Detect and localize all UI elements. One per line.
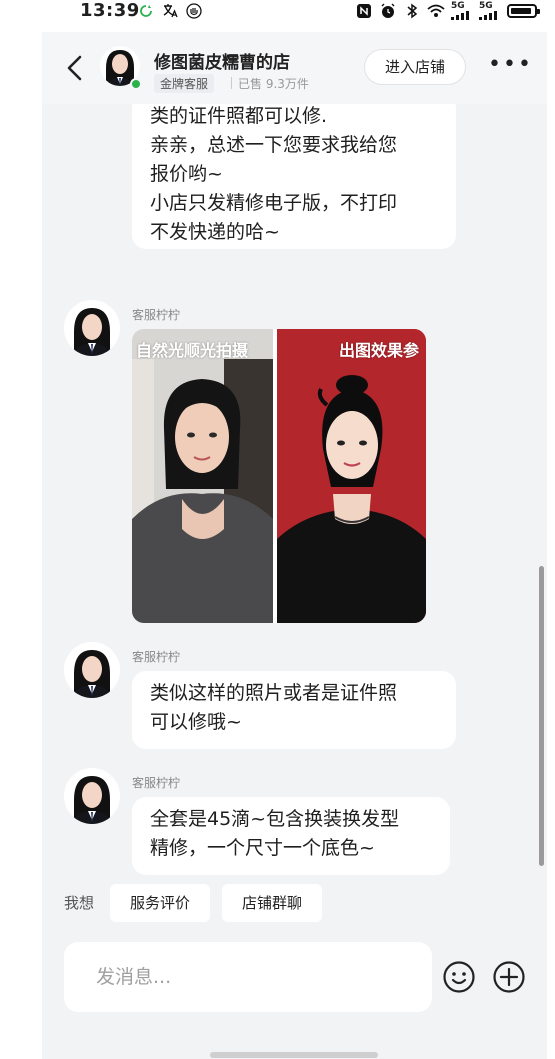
chevron-left-icon	[67, 55, 82, 81]
shop-avatar[interactable]	[100, 44, 142, 90]
divider	[231, 77, 232, 89]
plus-button[interactable]	[492, 960, 526, 994]
scrollbar[interactable]	[539, 566, 544, 866]
message-list[interactable]: 类的证件照都可以修. 亲亲，总述一下您要求我给您 报价哟~ 小店只发精修电子版，…	[42, 104, 547, 878]
battery-icon	[507, 4, 540, 18]
wifi-icon	[427, 2, 445, 20]
quick-reply-label: 我想	[64, 894, 95, 912]
photo-message[interactable]: 自然光顺光拍摄 出图效果参	[132, 329, 426, 623]
shop-name[interactable]: 修图菌皮糯曹的店	[154, 48, 290, 73]
chip-shop-group-chat[interactable]: 店铺群聊	[222, 884, 322, 922]
plus-icon	[493, 961, 525, 993]
signal-icon-1: 5G	[451, 2, 473, 20]
message-line: 可以修哦~	[150, 711, 242, 733]
photo-before: 自然光顺光拍摄	[132, 329, 273, 623]
message-bubble[interactable]: 类似这样的照片或者是证件照 可以修哦~	[132, 671, 456, 749]
status-time: 13:39	[80, 0, 140, 21]
quick-reply-bar: 我想 服务评价 店铺群聊	[42, 878, 547, 928]
hand-icon	[185, 2, 203, 20]
agent-avatar[interactable]	[64, 642, 120, 698]
translate-icon	[161, 2, 179, 20]
alarm-icon	[379, 2, 397, 20]
enter-shop-button[interactable]: 进入店铺	[364, 49, 466, 85]
back-button[interactable]	[64, 54, 86, 82]
message-line: 全套是45滴~包含换装换发型	[150, 808, 400, 830]
agent-avatar[interactable]	[64, 300, 120, 356]
message-line: 精修，一个尺寸一个底色~	[150, 837, 375, 859]
message-line: 类的证件照都可以修.	[150, 105, 328, 127]
emoji-icon	[443, 961, 475, 993]
message-bubble[interactable]: 类的证件照都可以修. 亲亲，总述一下您要求我给您 报价哟~ 小店只发精修电子版，…	[132, 104, 456, 249]
message-line: 类似这样的照片或者是证件照	[150, 682, 398, 704]
emoji-button[interactable]	[442, 960, 476, 994]
chat-screen: 修图菌皮糯曹的店 金牌客服 已售 9.3万件 进入店铺 ••• 类的证件照都可以…	[42, 32, 547, 1059]
message-line: 小店只发精修电子版，不打印	[150, 192, 398, 214]
agent-avatar[interactable]	[64, 768, 120, 824]
more-button[interactable]: •••	[488, 50, 531, 84]
online-dot	[130, 78, 142, 90]
signal-icon-2: 5G	[479, 2, 501, 20]
chip-service-review[interactable]: 服务评价	[110, 884, 210, 922]
chat-header: 修图菌皮糯曹的店 金牌客服 已售 9.3万件 进入店铺 •••	[42, 32, 547, 104]
sender-name: 客服柠柠	[132, 776, 181, 790]
message-line: 报价哟~	[150, 163, 223, 185]
bluetooth-icon	[403, 2, 421, 20]
service-badge: 金牌客服	[154, 74, 215, 93]
message-input[interactable]: 发消息...	[64, 942, 432, 1012]
status-bar: 13:39 5G 5G	[0, 0, 555, 24]
sync-icon	[137, 2, 155, 20]
message-line: 不发快递的哈~	[150, 221, 280, 243]
photo-caption-left: 自然光顺光拍摄	[136, 341, 249, 360]
sender-name: 客服柠柠	[132, 650, 181, 664]
sender-name: 客服柠柠	[132, 308, 181, 322]
photo-caption-right: 出图效果参	[339, 341, 420, 360]
sales-count: 已售 9.3万件	[238, 77, 309, 91]
more-dots-icon: •••	[488, 52, 533, 77]
photo-after: 出图效果参	[277, 329, 426, 623]
message-line: 亲亲，总述一下您要求我给您	[150, 134, 398, 156]
message-bubble[interactable]: 全套是45滴~包含换装换发型 精修，一个尺寸一个底色~	[132, 797, 450, 875]
nfc-icon	[355, 2, 373, 20]
home-indicator[interactable]	[210, 1052, 378, 1058]
